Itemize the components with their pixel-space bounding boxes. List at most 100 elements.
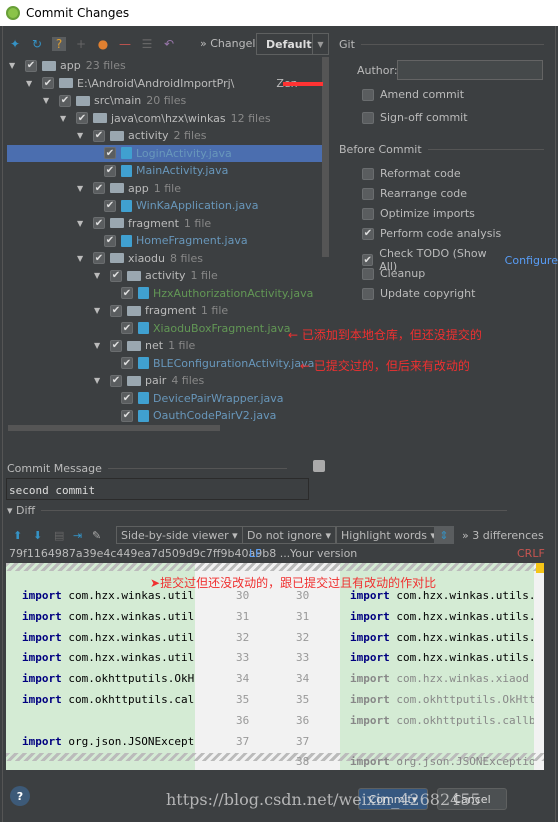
move-changelist-icon[interactable]: ● [96, 37, 110, 51]
tree-folder-item[interactable]: ▼ ✔ src\main 20 files [7, 92, 329, 109]
diff-section-header[interactable]: ▾ Diff [7, 504, 507, 517]
expand-arrow-icon[interactable]: ▼ [94, 376, 104, 385]
include-checkbox[interactable]: ✔ [110, 269, 122, 282]
checkbox[interactable] [362, 187, 374, 200]
collapse-unchanged-icon[interactable]: ⇕ [434, 526, 454, 544]
prev-diff-icon[interactable]: ⬆ [13, 526, 22, 544]
help-button[interactable]: ? [10, 786, 30, 806]
expand-arrow-icon[interactable]: ▼ [77, 254, 87, 263]
tree-file-item[interactable]: ✔ DevicePairWrapper.java [7, 390, 329, 407]
include-checkbox[interactable]: ✔ [93, 217, 105, 229]
checkbox[interactable]: ✔ [362, 254, 374, 266]
tree-file-item[interactable]: ✔ BLEConfigurationActivity.java [7, 355, 329, 372]
include-checkbox[interactable]: ✔ [104, 234, 116, 247]
commit-message-label: Commit Message [7, 462, 287, 475]
before-commit-option[interactable]: Update copyright [362, 287, 475, 300]
author-input[interactable] [397, 60, 543, 80]
tree-folder-item[interactable]: ▼ ✔ activity 1 file [7, 267, 329, 284]
before-commit-option[interactable]: Cleanup [362, 267, 425, 280]
right-code-line: import com.hzx.winkas.utils.U [350, 651, 534, 665]
checkbox[interactable] [362, 267, 374, 280]
expand-arrow-icon[interactable]: ▼ [77, 219, 87, 228]
changelist-select[interactable]: Default ▼ [256, 33, 329, 55]
commit-message-input[interactable]: second commit [6, 478, 309, 500]
include-checkbox[interactable]: ✔ [121, 322, 133, 334]
tree-file-item[interactable]: ✔ MainActivity.java [7, 162, 329, 179]
show-unversioned-icon[interactable]: ? [52, 37, 66, 51]
signoff-commit-checkbox[interactable]: Sign-off commit [362, 111, 468, 124]
expand-arrow-icon[interactable]: ▼ [77, 131, 87, 140]
edit-icon[interactable]: ✎ [92, 526, 101, 544]
highlight-select[interactable]: Highlight words ▾ [336, 526, 441, 544]
tree-folder-item[interactable]: ▼ ✔ activity 2 files [7, 127, 329, 144]
before-commit-option[interactable]: ✔ Perform code analysis [362, 227, 501, 240]
checkbox[interactable] [362, 167, 374, 180]
tree-horizontal-scrollbar[interactable] [8, 425, 220, 431]
expand-arrow-icon[interactable]: ▼ [94, 341, 104, 350]
amend-commit-checkbox[interactable]: Amend commit [362, 88, 464, 101]
tree-folder-item[interactable]: ▼ ✔ xiaodu 8 files [7, 250, 329, 267]
expand-arrow-icon[interactable]: ▼ [60, 114, 70, 123]
include-checkbox[interactable]: ✔ [121, 392, 133, 404]
collapse-icon[interactable]: ✦ [8, 37, 22, 51]
tree-folder-item[interactable]: ▼ ✔ fragment 1 file [7, 302, 329, 319]
tree-file-item[interactable]: ✔ HzxAuthorizationActivity.java [7, 285, 329, 302]
include-checkbox[interactable]: ✔ [93, 182, 105, 194]
include-checkbox[interactable]: ✔ [93, 129, 105, 142]
include-checkbox[interactable]: ✔ [104, 164, 116, 177]
remove-icon[interactable]: — [118, 37, 132, 51]
configure-link[interactable]: Configure [505, 254, 558, 267]
tree-folder-item[interactable]: ▼✔E:\Android\AndroidImportPrj\Zen [7, 75, 329, 92]
include-checkbox[interactable]: ✔ [59, 94, 71, 107]
include-checkbox[interactable]: ✔ [110, 339, 122, 352]
tree-folder-item[interactable]: ▼ ✔ pair 4 files [7, 372, 329, 389]
rollback-icon[interactable]: ↶ [162, 37, 176, 51]
expand-arrow-icon[interactable]: ▼ [9, 61, 19, 70]
commit-history-icon[interactable] [313, 460, 325, 472]
add-icon[interactable]: + [74, 37, 88, 51]
include-checkbox[interactable]: ✔ [121, 287, 133, 299]
tree-file-item[interactable]: ✔ XiaoduBoxFragment.java [7, 320, 329, 337]
include-checkbox[interactable]: ✔ [104, 199, 116, 212]
tree-item-label: fragment [128, 216, 179, 230]
tree-file-item[interactable]: ✔ LoginActivity.java [7, 144, 329, 162]
collapsed-top[interactable] [6, 563, 544, 571]
before-commit-option[interactable]: Rearrange code [362, 187, 467, 200]
include-checkbox[interactable]: ✔ [121, 357, 133, 369]
include-checkbox[interactable]: ✔ [93, 252, 105, 264]
checkbox[interactable]: ✔ [362, 227, 374, 240]
before-commit-option[interactable]: Optimize imports [362, 207, 475, 220]
ignore-select[interactable]: Do not ignore ▾ [242, 526, 337, 544]
tree-folder-item[interactable]: ▼ ✔ java\com\hzx\winkas 12 files [7, 110, 329, 127]
checkbox[interactable] [362, 207, 374, 220]
include-checkbox[interactable]: ✔ [25, 59, 37, 72]
tree-folder-item[interactable]: ▼ ✔ net 1 file [7, 337, 329, 354]
tree-folder-item[interactable]: ▼ ✔ app 23 files [7, 57, 329, 74]
jump-to-source-icon[interactable]: ⇥ [73, 526, 82, 544]
tree-file-item[interactable]: ✔ OauthCodePairV2.java [7, 407, 329, 424]
group-icon[interactable]: ☰ [140, 37, 154, 51]
previous-file-icon[interactable]: ▤ [54, 526, 64, 544]
include-checkbox[interactable]: ✔ [42, 77, 54, 89]
include-checkbox[interactable]: ✔ [110, 374, 122, 387]
expand-arrow-icon[interactable]: ▼ [94, 271, 104, 280]
include-checkbox[interactable]: ✔ [76, 112, 88, 124]
next-diff-icon[interactable]: ⬇ [33, 526, 42, 544]
tree-file-item[interactable]: ✔ HomeFragment.java [7, 232, 329, 249]
tree-file-item[interactable]: ✔ WinKaApplication.java [7, 197, 329, 214]
expand-arrow-icon[interactable]: ▼ [26, 79, 36, 88]
viewer-select[interactable]: Side-by-side viewer ▾ [116, 526, 243, 544]
diff-viewer[interactable]: import com.hzx.winkas.util import com.hzx… [6, 563, 544, 770]
before-commit-option[interactable]: Reformat code [362, 167, 461, 180]
expand-arrow-icon[interactable]: ▼ [77, 184, 87, 193]
tree-folder-item[interactable]: ▼ ✔ app 1 file [7, 180, 329, 197]
include-checkbox[interactable]: ✔ [121, 409, 133, 422]
expand-arrow-icon[interactable]: ▼ [43, 96, 53, 105]
checkbox[interactable] [362, 287, 374, 300]
tree-folder-item[interactable]: ▼ ✔ fragment 1 file [7, 215, 329, 232]
include-checkbox[interactable]: ✔ [104, 147, 116, 159]
refresh-icon[interactable]: ↻ [30, 37, 44, 51]
include-checkbox[interactable]: ✔ [110, 304, 122, 317]
tree-vertical-scrollbar[interactable] [322, 57, 329, 257]
expand-arrow-icon[interactable]: ▼ [94, 306, 104, 315]
